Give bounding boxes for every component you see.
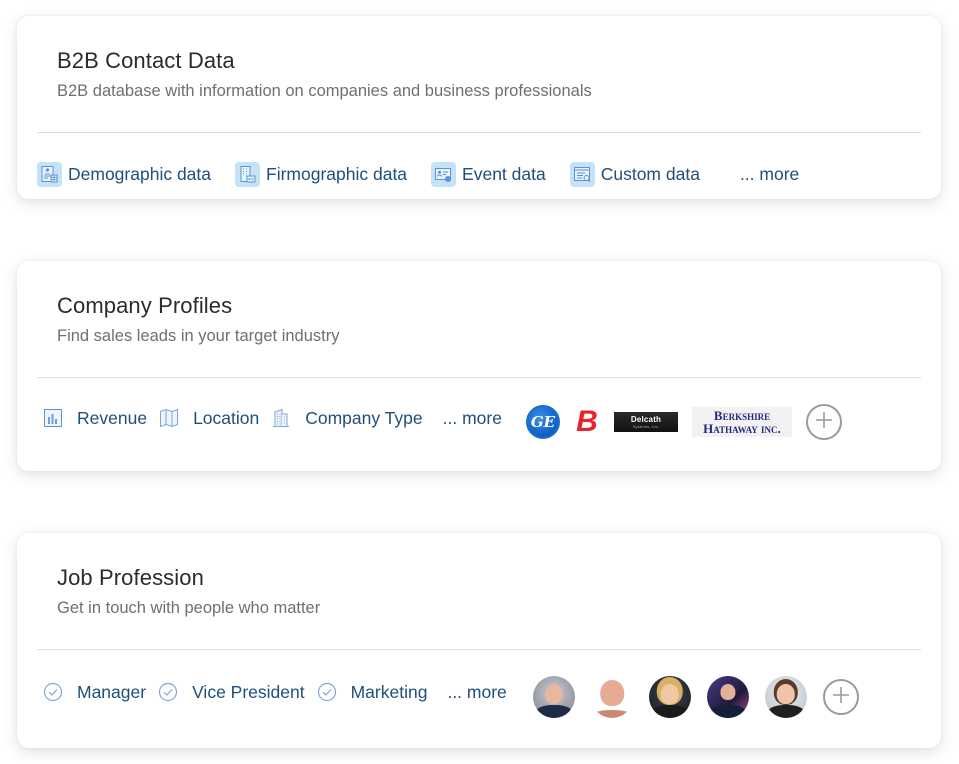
divider [37, 377, 921, 378]
ge-logo[interactable]: GE [526, 405, 560, 439]
avatar[interactable] [591, 676, 633, 718]
berkshire-hathaway-logo[interactable]: Berkshire Hathaway inc. [692, 407, 792, 437]
tag-label: Marketing [350, 681, 428, 702]
add-person-button[interactable] [823, 679, 859, 715]
tag-label: Firmographic data [266, 163, 408, 184]
card-title: Job Profession [57, 565, 204, 590]
more-link[interactable]: ... more [447, 682, 506, 703]
plus-icon [814, 410, 834, 435]
card-title: B2B Contact Data [57, 48, 235, 73]
tag-label: Manager [77, 681, 147, 702]
card-subtitle: Find sales leads in your target industry [57, 327, 340, 345]
delcath-logo-subtext: Systems, Inc. [632, 424, 660, 429]
map-icon [159, 408, 179, 428]
card-subtitle: B2B database with information on compani… [57, 82, 592, 100]
tag-marketing[interactable]: Marketing [317, 681, 428, 703]
check-circle-icon [43, 682, 63, 702]
check-circle-icon [317, 682, 337, 702]
avatar[interactable] [765, 676, 807, 718]
more-link[interactable]: ... more [443, 408, 502, 429]
b2b-contact-data-card: B2B Contact Data B2B database with infor… [17, 16, 941, 199]
tag-custom-data[interactable]: Custom data [569, 161, 700, 187]
tag-company-type[interactable]: Company Type [271, 407, 423, 429]
avatar[interactable] [533, 676, 575, 718]
tag-label: Event data [462, 163, 546, 184]
b2b-tag-list: Demographic data Firmographic data Event… [37, 161, 799, 187]
divider [37, 132, 921, 133]
company-tag-list: Revenue Location Company Type ... more [43, 405, 502, 431]
tag-label: Custom data [600, 163, 700, 184]
tag-label: Location [193, 407, 260, 428]
delcath-logo[interactable]: Delcath Systems, Inc. [614, 412, 678, 432]
tag-revenue[interactable]: Revenue [43, 408, 147, 429]
avatar-list [533, 675, 859, 719]
tag-label: Company Type [305, 407, 423, 428]
brand-b-logo[interactable]: B [574, 407, 600, 437]
ge-logo-text: GE [530, 413, 556, 431]
card-subtitle: Get in touch with people who matter [57, 599, 321, 617]
job-tag-list: Manager Vice President Marketing ... mor… [43, 679, 507, 705]
tag-firmographic-data[interactable]: Firmographic data [235, 161, 408, 187]
card-title: Company Profiles [57, 293, 233, 318]
avatar[interactable] [707, 676, 749, 718]
firmographic-data-icon [235, 161, 260, 187]
bar-chart-icon [43, 408, 63, 428]
company-profiles-card: Company Profiles Find sales leads in you… [17, 261, 941, 471]
plus-icon [831, 685, 851, 710]
more-link[interactable]: ... more [740, 164, 799, 185]
tag-event-data[interactable]: Event data [431, 161, 546, 187]
brand-b-logo-text: B [576, 405, 598, 438]
job-profession-card: Job Profession Get in touch with people … [17, 533, 941, 748]
divider [37, 649, 921, 650]
add-company-button[interactable] [806, 404, 842, 440]
check-circle-icon [158, 682, 178, 702]
event-data-icon [431, 161, 457, 187]
tag-location[interactable]: Location [159, 408, 259, 429]
avatar[interactable] [649, 676, 691, 718]
tag-label: Vice President [192, 681, 305, 702]
tag-demographic-data[interactable]: Demographic data [37, 161, 211, 187]
delcath-logo-text: Delcath [630, 415, 662, 424]
company-logo-list: GE B Delcath Systems, Inc. Berkshire Hat… [526, 401, 842, 443]
tag-label: Revenue [77, 407, 148, 428]
tag-manager[interactable]: Manager [43, 682, 146, 703]
berkshire-logo-line2: Hathaway inc. [703, 421, 781, 436]
demographic-data-icon [37, 161, 62, 187]
custom-data-icon [569, 161, 595, 187]
tag-label: Demographic data [68, 163, 211, 184]
building-icon [271, 408, 291, 428]
tag-vice-president[interactable]: Vice President [158, 682, 305, 703]
